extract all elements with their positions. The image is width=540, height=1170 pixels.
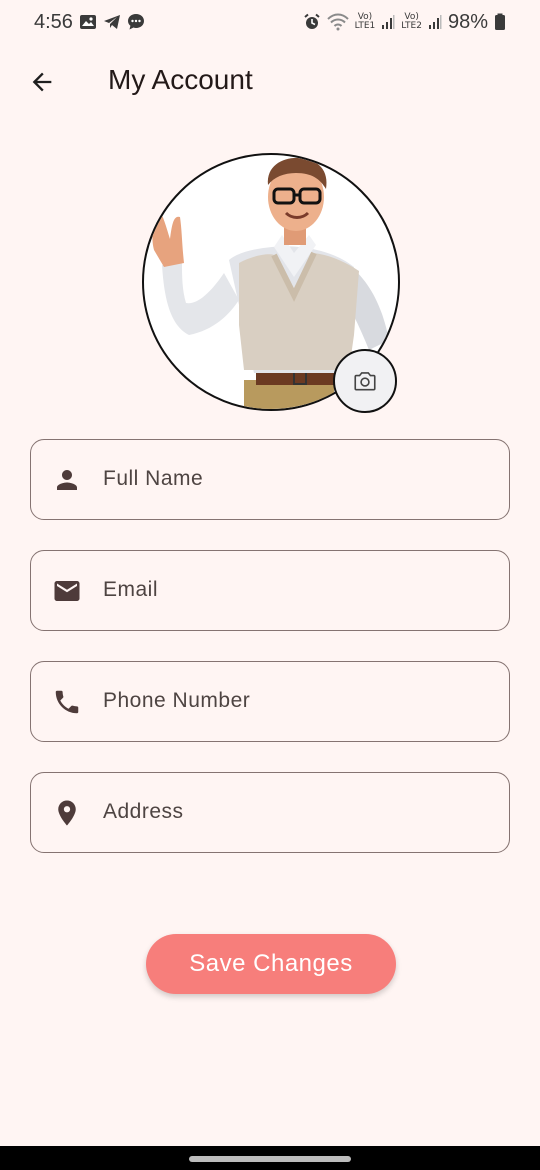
- save-changes-button[interactable]: Save Changes: [146, 934, 396, 994]
- email-field[interactable]: [30, 550, 510, 631]
- avatar-container: [142, 153, 400, 413]
- location-pin-icon: [51, 797, 83, 829]
- status-left: 4:56: [34, 11, 145, 34]
- status-right: Vo) LTE1 Vo) LTE2 98%: [303, 11, 506, 34]
- change-photo-button[interactable]: [333, 349, 397, 413]
- sim2-label: Vo) LTE2: [401, 12, 422, 31]
- full-name-input[interactable]: [103, 440, 493, 518]
- phone-field[interactable]: [30, 661, 510, 742]
- address-field[interactable]: [30, 772, 510, 853]
- status-bar: 4:56 Vo) LTE1 Vo) LTE2 98%: [0, 0, 540, 44]
- system-nav-bar: [0, 1146, 540, 1170]
- email-icon: [51, 575, 83, 607]
- arrow-back-icon: [32, 72, 52, 92]
- phone-icon: [51, 686, 83, 718]
- home-gesture-handle[interactable]: [189, 1156, 351, 1162]
- wifi-icon: [326, 13, 349, 31]
- chat-icon: [127, 13, 145, 31]
- back-button[interactable]: [26, 66, 58, 98]
- address-input[interactable]: [103, 773, 493, 851]
- telegram-icon: [103, 13, 121, 31]
- alarm-icon: [303, 13, 321, 31]
- signal-icon: [381, 14, 395, 30]
- signal-icon: [428, 14, 442, 30]
- app-bar: My Account: [0, 44, 540, 120]
- page-title: My Account: [108, 64, 253, 95]
- camera-icon: [354, 372, 376, 391]
- sim1-label: Vo) LTE1: [354, 12, 376, 31]
- battery-icon: [494, 13, 506, 31]
- person-icon: [51, 464, 83, 496]
- email-input[interactable]: [103, 551, 493, 629]
- battery-percent: 98%: [447, 10, 488, 33]
- image-icon: [79, 13, 97, 31]
- phone-input[interactable]: [103, 662, 493, 740]
- full-name-field[interactable]: [30, 439, 510, 520]
- status-time: 4:56: [34, 10, 73, 33]
